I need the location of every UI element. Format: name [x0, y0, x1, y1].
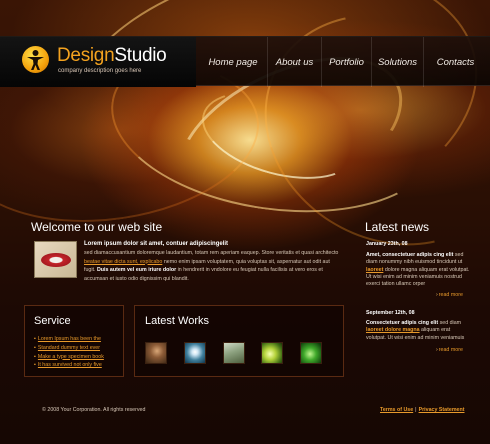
nav-solutions[interactable]: Solutions	[371, 37, 423, 87]
latest-works-heading: Latest Works	[145, 315, 209, 327]
service-item-label[interactable]: Standard dummy text ever	[38, 345, 100, 351]
logo-word-studio: Studio	[114, 45, 167, 66]
bullet-icon: ▪	[34, 353, 36, 360]
logo-tagline: company description goes here	[58, 68, 142, 74]
news-inline-link[interactable]: laoreet dolore magna	[366, 327, 420, 333]
footer-separator: |	[415, 407, 417, 413]
service-item[interactable]: ▪ It has survived not only five	[34, 361, 104, 370]
read-more-link[interactable]: ›read more	[436, 347, 463, 353]
work-thumbnail-portrait[interactable]	[145, 342, 167, 364]
work-thumbnail-green[interactable]	[300, 342, 322, 364]
service-panel: Service ▪ Lorem Ipsum has been the ▪ Stand…	[24, 305, 124, 377]
service-item-label[interactable]: Make a type specimen book	[38, 354, 104, 360]
welcome-inline-link[interactable]: beatae vitae dicta sunt, explicabo	[84, 259, 162, 265]
news-headline: Amet, consectetuer adipis cing elit	[366, 252, 454, 258]
news-text: sed diam	[438, 320, 462, 326]
welcome-lips-image	[34, 241, 77, 278]
read-more-link[interactable]: ›read more	[436, 292, 463, 298]
footer-copyright: © 2008 Your Corporation. All rights rese…	[42, 407, 146, 413]
footer-links: Terms of Use | Privacy Statement	[380, 407, 465, 413]
logo-word-design: Design	[57, 45, 115, 66]
service-heading: Service	[34, 315, 71, 327]
news-body: Consectetuer adipis cing elit sed diam l…	[366, 320, 470, 342]
arrow-icon: ›	[436, 292, 438, 298]
welcome-heading: Welcome to our web site	[31, 220, 163, 234]
nav-contacts[interactable]: Contacts	[423, 37, 487, 87]
privacy-statement-link[interactable]: Privacy Statement	[419, 407, 465, 413]
logo-area[interactable]: DesignStudio company description goes he…	[0, 37, 196, 87]
main-navigation: Home page About us Portfolio Solutions C…	[199, 37, 487, 87]
service-item-label[interactable]: It has survived not only five	[38, 362, 102, 368]
logo-wordmark: DesignStudio	[57, 45, 167, 67]
welcome-lead: Lorem ipsum dolor sit amet, contuer adip…	[84, 241, 229, 247]
bullet-icon: ▪	[34, 344, 36, 351]
arrow-icon: ›	[436, 347, 438, 353]
welcome-p1-before: sed diamaccusantium doloremque laudantiu…	[84, 250, 339, 256]
work-thumbnail-abstract[interactable]	[261, 342, 283, 364]
work-thumbnail-keyhole[interactable]	[184, 342, 206, 364]
lips-graphic	[41, 253, 71, 267]
service-item[interactable]: ▪ Standard dummy text ever	[34, 344, 104, 353]
latest-news-heading: Latest news	[365, 220, 430, 234]
work-thumbnail-landscape[interactable]	[223, 342, 245, 364]
site-header: DesignStudio company description goes he…	[0, 36, 490, 87]
news-headline: Consectetuer adipis cing elit	[366, 320, 439, 326]
news-inline-link[interactable]: laoreet	[366, 267, 383, 273]
terms-of-use-link[interactable]: Terms of Use	[380, 407, 413, 413]
service-item[interactable]: ▪ Lorem Ipsum has been the	[34, 335, 104, 344]
welcome-text: Lorem ipsum dolor sit amet, contuer adip…	[84, 240, 339, 283]
service-item-label[interactable]: Lorem Ipsum has been the	[38, 336, 101, 342]
service-list: ▪ Lorem Ipsum has been the ▪ Standard dumm…	[34, 335, 104, 370]
person-logo-icon	[22, 46, 49, 73]
news-body: Amet, consectetuer adipis cing elit sed …	[366, 252, 470, 288]
news-date: January 23th, 08	[366, 241, 408, 247]
nav-home-page[interactable]: Home page	[199, 37, 267, 87]
service-item[interactable]: ▪ Make a type specimen book	[34, 353, 104, 362]
nav-about-us[interactable]: About us	[267, 37, 321, 87]
latest-works-panel: Latest Works	[134, 305, 344, 377]
bullet-icon: ▪	[34, 336, 36, 342]
news-date: September 12th, 08	[366, 310, 415, 316]
read-more-label[interactable]: read more	[439, 347, 463, 353]
welcome-p2-bold: Duis autem vel eum iriure dolor	[96, 267, 177, 273]
bullet-icon: ▪	[34, 362, 36, 369]
read-more-label[interactable]: read more	[439, 292, 463, 298]
nav-portfolio[interactable]: Portfolio	[321, 37, 371, 87]
